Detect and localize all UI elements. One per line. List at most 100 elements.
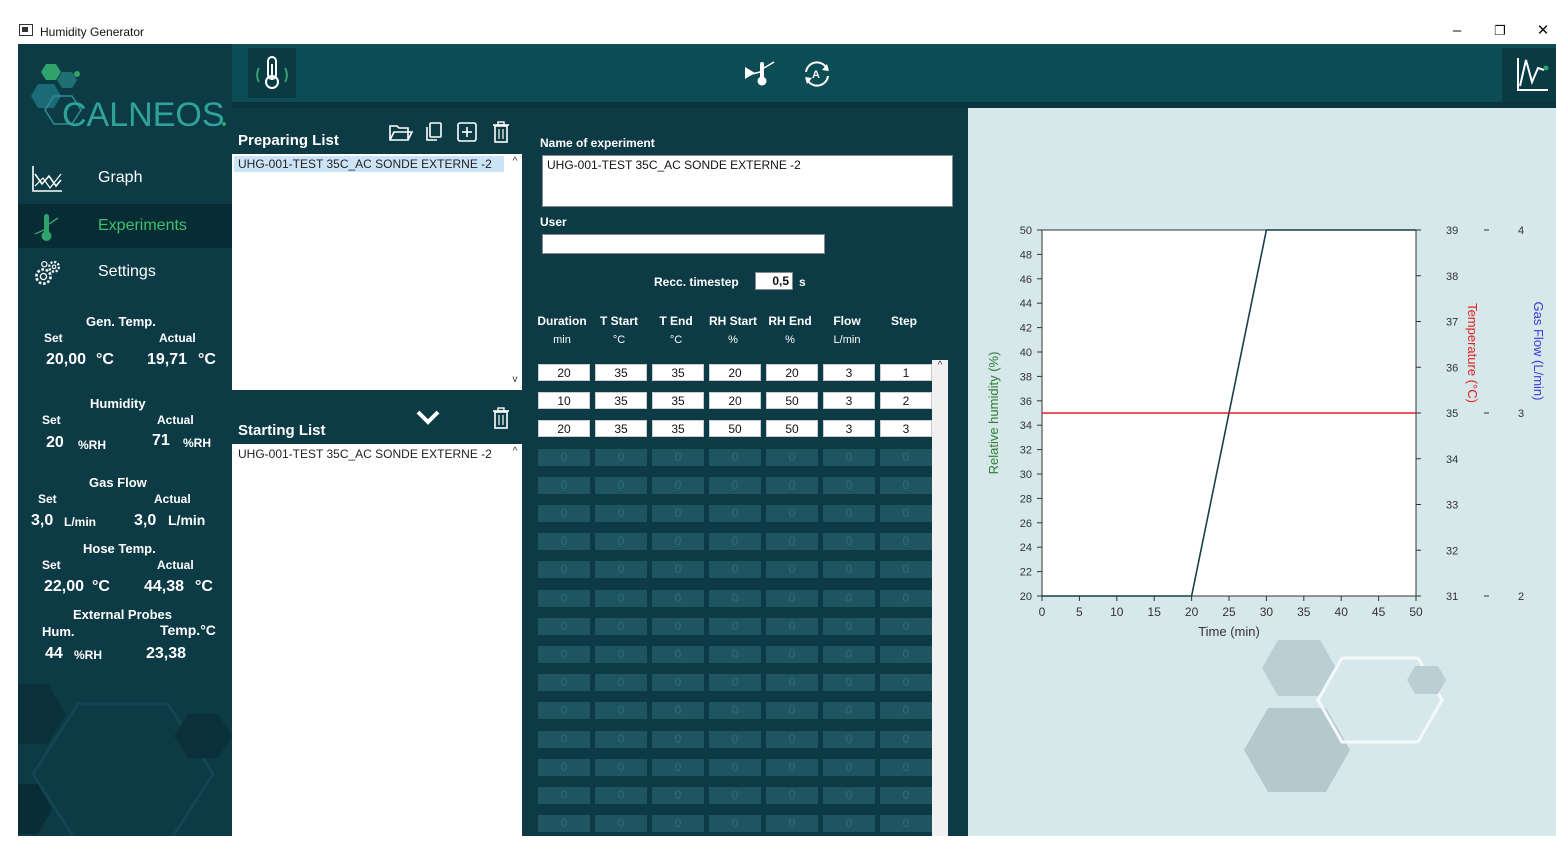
table-cell-empty[interactable]: 0 — [766, 476, 818, 494]
table-cell[interactable]: 3 — [823, 420, 875, 438]
table-cell-empty[interactable]: 0 — [766, 702, 818, 720]
table-cell-empty[interactable]: 0 — [595, 561, 647, 579]
table-cell[interactable]: 35 — [652, 364, 704, 381]
table-cell-empty[interactable]: 0 — [766, 533, 818, 551]
table-cell[interactable]: 20 — [709, 364, 761, 381]
table-cell-empty[interactable]: 0 — [652, 561, 704, 579]
table-cell-empty[interactable]: 0 — [538, 674, 590, 692]
table-cell[interactable]: 35 — [652, 420, 704, 438]
table-cell-empty[interactable]: 0 — [766, 758, 818, 776]
table-cell-empty[interactable]: 0 — [823, 815, 875, 833]
table-cell-empty[interactable]: 0 — [538, 561, 590, 579]
table-scroll-up-icon[interactable]: ^ — [932, 360, 948, 371]
table-cell-empty[interactable]: 0 — [766, 589, 818, 607]
table-cell-empty[interactable]: 0 — [823, 758, 875, 776]
table-cell-empty[interactable]: 0 — [538, 702, 590, 720]
table-cell-empty[interactable]: 0 — [880, 476, 932, 494]
table-cell-empty[interactable]: 0 — [880, 617, 932, 635]
copy-icon[interactable] — [422, 120, 446, 144]
table-cell-empty[interactable]: 0 — [709, 787, 761, 804]
table-cell-empty[interactable]: 0 — [766, 617, 818, 635]
table-cell-empty[interactable]: 0 — [709, 476, 761, 494]
table-cell[interactable]: 50 — [766, 420, 818, 438]
table-cell-empty[interactable]: 0 — [766, 505, 818, 522]
table-cell-empty[interactable]: 0 — [709, 815, 761, 833]
delete-preparing-icon[interactable] — [490, 120, 512, 144]
table-cell-empty[interactable]: 0 — [709, 646, 761, 663]
table-cell-empty[interactable]: 0 — [709, 448, 761, 466]
table-cell-empty[interactable]: 0 — [823, 787, 875, 804]
nav-item-experiments[interactable]: Experiments — [18, 204, 232, 248]
table-cell-empty[interactable]: 0 — [709, 505, 761, 522]
table-cell-empty[interactable]: 0 — [652, 702, 704, 720]
table-cell-empty[interactable]: 0 — [538, 533, 590, 551]
auto-cycle-button[interactable]: A — [800, 58, 834, 90]
table-cell[interactable]: 35 — [595, 364, 647, 381]
table-cell-empty[interactable]: 0 — [652, 758, 704, 776]
table-cell-empty[interactable]: 0 — [595, 787, 647, 804]
table-cell-empty[interactable]: 0 — [823, 476, 875, 494]
table-cell-empty[interactable]: 0 — [595, 674, 647, 692]
close-button[interactable]: ✕ — [1528, 20, 1556, 42]
table-cell-empty[interactable]: 0 — [652, 589, 704, 607]
table-cell[interactable]: 2 — [880, 392, 932, 410]
table-cell[interactable]: 20 — [766, 364, 818, 381]
table-cell-empty[interactable]: 0 — [709, 758, 761, 776]
table-cell-empty[interactable]: 0 — [652, 448, 704, 466]
table-cell-empty[interactable]: 0 — [880, 533, 932, 551]
table-cell-empty[interactable]: 0 — [766, 730, 818, 748]
table-cell-empty[interactable]: 0 — [823, 646, 875, 663]
open-folder-icon[interactable] — [388, 120, 414, 144]
table-cell-empty[interactable]: 0 — [538, 730, 590, 748]
table-cell-empty[interactable]: 0 — [880, 561, 932, 579]
timestep-field[interactable]: 0,5 — [755, 272, 793, 290]
table-cell-empty[interactable]: 0 — [652, 476, 704, 494]
table-cell-empty[interactable]: 0 — [709, 730, 761, 748]
table-cell-empty[interactable]: 0 — [595, 702, 647, 720]
restore-button[interactable]: ❐ — [1485, 20, 1515, 42]
chart-view-button[interactable] — [1502, 48, 1556, 102]
table-cell-empty[interactable]: 0 — [880, 646, 932, 663]
table-cell-empty[interactable]: 0 — [823, 505, 875, 522]
table-cell-empty[interactable]: 0 — [538, 787, 590, 804]
table-cell[interactable]: 20 — [538, 420, 590, 438]
move-down-icon[interactable] — [415, 408, 441, 428]
table-cell-empty[interactable]: 0 — [595, 476, 647, 494]
table-cell-empty[interactable]: 0 — [595, 448, 647, 466]
starting-scroll-up-icon[interactable]: ^ — [508, 446, 522, 457]
table-cell-empty[interactable]: 0 — [652, 617, 704, 635]
experiment-mode-button[interactable] — [248, 48, 296, 98]
table-cell[interactable]: 10 — [538, 392, 590, 410]
table-cell[interactable]: 50 — [766, 392, 818, 410]
table-cell-empty[interactable]: 0 — [823, 533, 875, 551]
table-cell-empty[interactable]: 0 — [595, 617, 647, 635]
nav-item-settings[interactable]: Settings — [18, 250, 232, 294]
table-cell-empty[interactable]: 0 — [766, 646, 818, 663]
table-cell-empty[interactable]: 0 — [823, 702, 875, 720]
table-cell-empty[interactable]: 0 — [709, 533, 761, 551]
table-cell-empty[interactable]: 0 — [595, 758, 647, 776]
preparing-list-item[interactable]: UHG-001-TEST 35C_AC SONDE EXTERNE -2 — [234, 156, 504, 172]
table-cell-empty[interactable]: 0 — [709, 589, 761, 607]
table-cell[interactable]: 3 — [823, 392, 875, 410]
table-cell[interactable]: 20 — [709, 392, 761, 410]
table-cell-empty[interactable]: 0 — [880, 448, 932, 466]
table-cell-empty[interactable]: 0 — [880, 505, 932, 522]
table-cell-empty[interactable]: 0 — [652, 787, 704, 804]
table-cell-empty[interactable]: 0 — [880, 815, 932, 833]
table-cell-empty[interactable]: 0 — [766, 815, 818, 833]
preparing-scroll-up-icon[interactable]: ^ — [508, 156, 522, 167]
user-field[interactable] — [542, 234, 825, 254]
minimize-button[interactable]: – — [1442, 20, 1472, 42]
table-cell-empty[interactable]: 0 — [766, 787, 818, 804]
table-cell-empty[interactable]: 0 — [823, 674, 875, 692]
table-cell-empty[interactable]: 0 — [652, 674, 704, 692]
table-cell-empty[interactable]: 0 — [880, 674, 932, 692]
add-icon[interactable] — [455, 120, 479, 144]
table-cell-empty[interactable]: 0 — [538, 758, 590, 776]
table-cell-empty[interactable]: 0 — [652, 646, 704, 663]
table-cell[interactable]: 3 — [880, 420, 932, 438]
table-cell-empty[interactable]: 0 — [823, 617, 875, 635]
table-cell-empty[interactable]: 0 — [538, 646, 590, 663]
table-cell-empty[interactable]: 0 — [766, 561, 818, 579]
